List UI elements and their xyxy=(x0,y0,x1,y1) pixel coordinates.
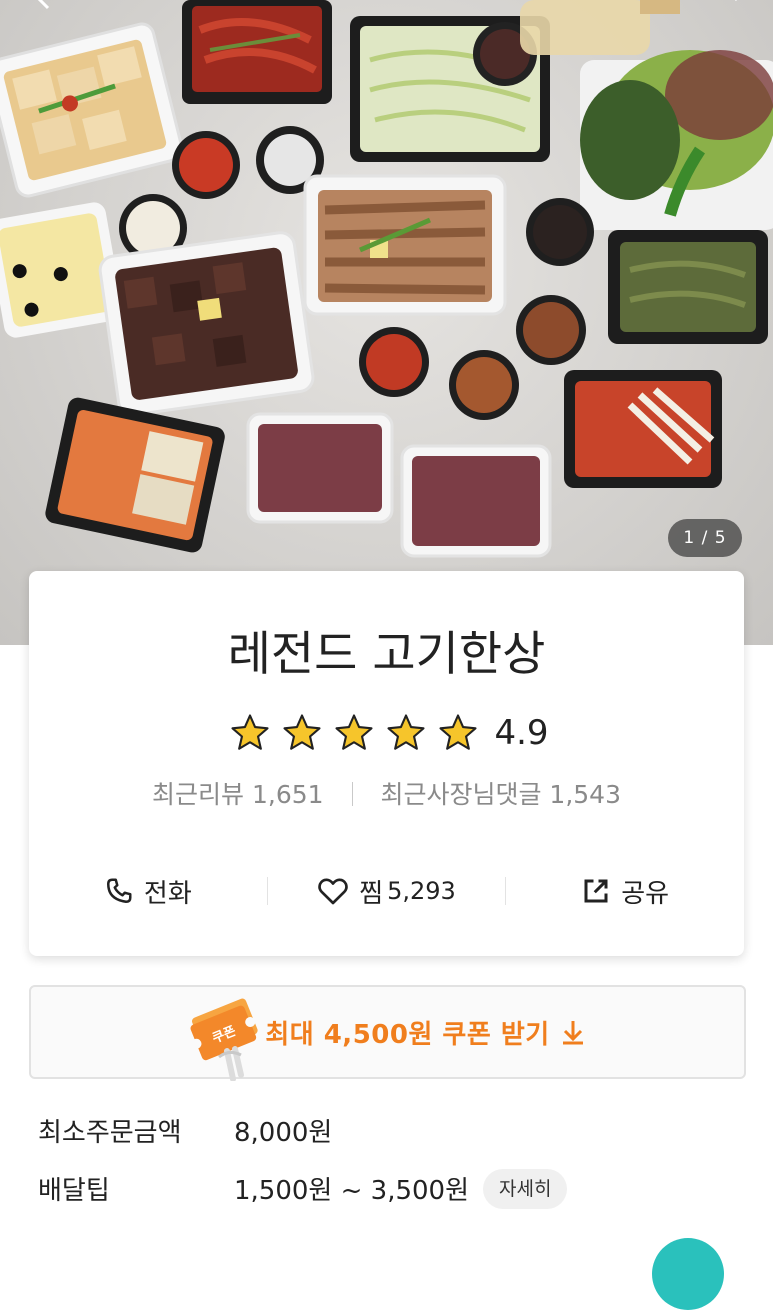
store-hero-image[interactable]: 1 / 5 xyxy=(0,0,773,645)
star-icon xyxy=(439,714,478,750)
store-info-card: 레전드 고기한상 4.9 최근리뷰 1,651 최근사장님댓글 1,543 전화 xyxy=(29,571,744,956)
star-icon xyxy=(231,714,270,750)
stats-divider xyxy=(351,782,353,806)
coupon-banner[interactable]: 쿠폰 최대 4,500원 쿠폰 받기 xyxy=(29,985,746,1081)
download-arrow-icon xyxy=(562,1021,583,1045)
like-button[interactable]: 찜 5,293 xyxy=(268,861,506,921)
rating-row[interactable]: 4.9 xyxy=(29,711,744,755)
search-icon[interactable] xyxy=(703,0,743,12)
image-page-counter: 1 / 5 xyxy=(668,519,742,557)
recent-reviews-count: 1,651 xyxy=(251,780,324,809)
min-order-value: 8,000원 xyxy=(234,1118,333,1148)
recent-reviews-label: 최근리뷰 xyxy=(152,780,245,809)
delivery-tip-detail-button[interactable]: 자세히 xyxy=(483,1169,568,1209)
star-icon xyxy=(387,714,426,750)
min-order-label: 최소주문금액 xyxy=(38,1118,182,1148)
food-photo xyxy=(0,0,773,558)
owner-replies-label: 최근사장님댓글 xyxy=(380,780,542,809)
delivery-tip-value: 1,500원 ~ 3,500원 xyxy=(234,1176,470,1206)
star-icon xyxy=(283,714,322,750)
like-label: 찜 xyxy=(359,878,384,909)
call-button[interactable]: 전화 xyxy=(29,861,267,921)
star-icon xyxy=(335,714,374,750)
share-button[interactable]: 공유 xyxy=(506,861,744,921)
floating-action-button[interactable] xyxy=(652,1238,724,1310)
like-count: 5,293 xyxy=(387,877,456,905)
owner-replies-count: 1,543 xyxy=(549,780,621,809)
rating-score: 4.9 xyxy=(494,713,549,753)
back-arrow-icon[interactable] xyxy=(30,0,70,12)
store-name: 레전드 고기한상 xyxy=(227,627,546,682)
store-actions: 전화 찜 5,293 공유 xyxy=(29,861,744,921)
call-label: 전화 xyxy=(143,878,192,909)
share-icon xyxy=(584,879,608,903)
coupon-ticket-icon: 쿠폰 xyxy=(190,998,258,1081)
phone-icon xyxy=(106,878,132,903)
heart-icon xyxy=(318,878,348,905)
delivery-tip-label: 배달팁 xyxy=(38,1176,110,1206)
star-rating xyxy=(224,712,484,754)
share-label: 공유 xyxy=(621,878,670,909)
coupon-label: 최대 4,500원 쿠폰 받기 xyxy=(265,1019,550,1050)
review-stats[interactable]: 최근리뷰 1,651 최근사장님댓글 1,543 xyxy=(29,777,744,813)
